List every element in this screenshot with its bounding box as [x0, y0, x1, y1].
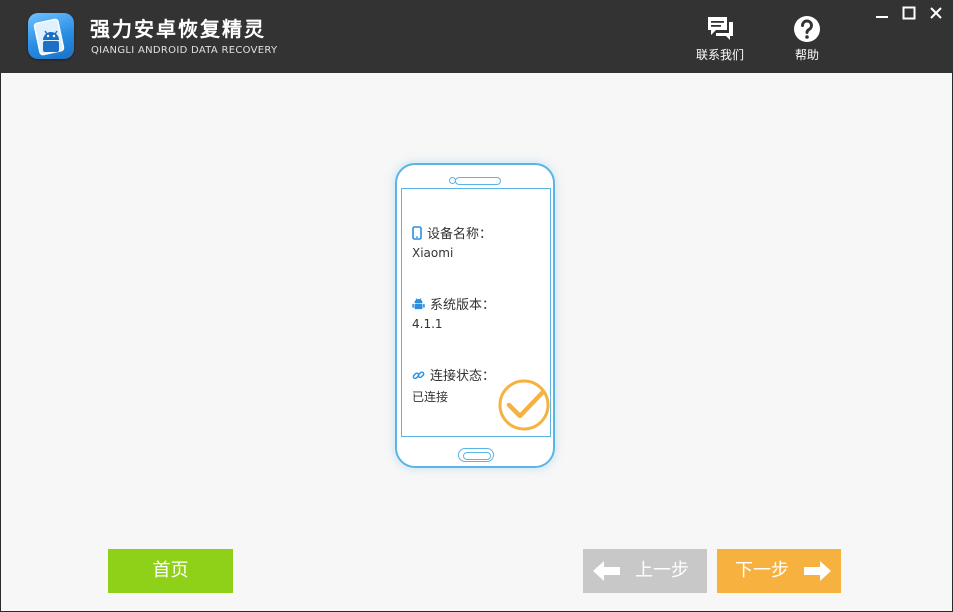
- minimize-icon[interactable]: [873, 4, 891, 22]
- title-bar: 强力安卓恢复精灵 QIANGLI ANDROID DATA RECOVERY 联…: [0, 0, 953, 73]
- phone-home-button: [458, 448, 494, 462]
- system-version-label: 系统版本：: [430, 298, 496, 313]
- chat-bubbles-icon: [708, 17, 733, 40]
- question-mark-icon: [794, 16, 820, 42]
- close-icon[interactable]: [927, 4, 945, 22]
- device-info-panel: 设备名称： Xiaomi 系统版本： 4.1.1 连接状态： 已连接: [401, 188, 551, 437]
- maximize-icon[interactable]: [900, 4, 918, 22]
- app-title: 强力安卓恢复精灵: [90, 17, 266, 41]
- next-step-button[interactable]: 下一步: [717, 549, 841, 593]
- device-name-label: 设备名称：: [427, 227, 493, 242]
- home-button-label: 首页: [152, 560, 189, 581]
- android-icon: [412, 298, 425, 310]
- phone-icon: [412, 226, 422, 240]
- phone-speaker: [455, 177, 501, 185]
- arrow-left-icon: [593, 561, 620, 581]
- previous-step-label: 上一步: [635, 560, 689, 581]
- contact-us-label: 联系我们: [695, 48, 744, 62]
- contact-us-button[interactable]: 联系我们: [685, 14, 755, 64]
- phone-illustration: 设备名称： Xiaomi 系统版本： 4.1.1 连接状态： 已连接: [395, 163, 555, 468]
- next-step-label: 下一步: [735, 560, 789, 581]
- device-name-row: 设备名称：: [412, 223, 492, 242]
- connection-status-label: 连接状态：: [430, 369, 496, 384]
- help-button[interactable]: 帮助: [772, 14, 842, 64]
- android-phone-logo-icon: [28, 13, 74, 59]
- check-circle-icon: [498, 379, 550, 431]
- connection-status-row: 连接状态：: [412, 365, 495, 384]
- device-name-value: Xiaomi: [412, 246, 454, 260]
- help-label: 帮助: [794, 48, 819, 62]
- arrow-right-icon: [804, 561, 831, 581]
- connection-status-value: 已连接: [412, 390, 449, 404]
- app-subtitle: QIANGLI ANDROID DATA RECOVERY: [91, 45, 278, 56]
- home-button[interactable]: 首页: [108, 549, 233, 593]
- system-version-row: 系统版本：: [412, 294, 495, 313]
- link-icon: [412, 371, 425, 380]
- previous-step-button[interactable]: 上一步: [583, 549, 707, 593]
- system-version-value: 4.1.1: [412, 317, 443, 331]
